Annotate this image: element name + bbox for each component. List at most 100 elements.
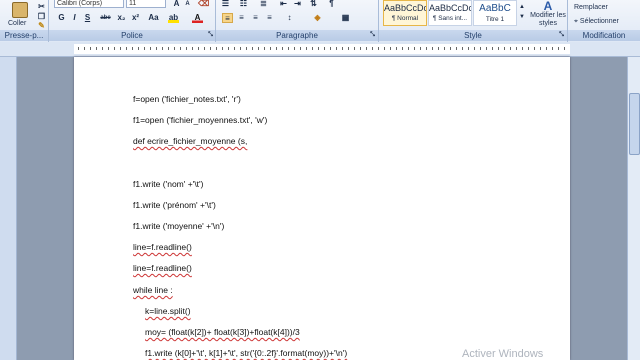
ruler-tick xyxy=(396,47,397,50)
ruler-tick xyxy=(384,47,385,50)
align-right-button[interactable]: ≡ xyxy=(250,13,261,23)
ruler-tick xyxy=(336,47,337,50)
bold-button[interactable]: G xyxy=(56,13,67,23)
ruler-tick xyxy=(558,47,559,50)
strikethrough-button[interactable]: abe xyxy=(100,13,111,23)
replace-label: Remplacer xyxy=(574,4,608,11)
subscript-button[interactable]: x₂ xyxy=(116,13,127,23)
ruler-tick xyxy=(306,47,307,50)
ruler-tick xyxy=(348,47,349,50)
ruler-tick xyxy=(270,47,271,50)
ruler-tick xyxy=(90,47,91,50)
ruler-tick xyxy=(504,47,505,50)
ruler-tick xyxy=(564,47,565,50)
code-line: def ecrire_fichier_moyenne (s, xyxy=(133,136,248,146)
code-line: k=line.split() xyxy=(145,306,191,316)
style-dialog-launcher-icon[interactable]: ⤡ xyxy=(556,30,567,40)
paste-button[interactable]: Coller xyxy=(6,0,36,30)
style-heading-1[interactable]: AaBbC Titre 1 xyxy=(473,0,517,26)
borders-icon[interactable]: ▦ xyxy=(340,13,351,23)
ruler-tick xyxy=(330,47,331,50)
bullets-icon[interactable]: ☰ xyxy=(220,0,231,9)
ruler-tick xyxy=(198,47,199,50)
style-group-label: Style xyxy=(379,30,567,41)
document-page[interactable]: f=open ('fichier_notes.txt', 'r') f1=ope… xyxy=(74,57,570,360)
font-color-button[interactable]: A xyxy=(192,13,203,23)
line-spacing-icon[interactable]: ↕ xyxy=(284,13,295,23)
cut-icon[interactable]: ✂ xyxy=(36,2,47,12)
ruler-tick xyxy=(294,47,295,50)
ruler-tick xyxy=(102,47,103,50)
code-line: line=f.readline() xyxy=(133,263,192,273)
ruler-tick xyxy=(180,47,181,50)
scrollbar-thumb[interactable] xyxy=(629,93,640,155)
style-name: ¶ Normal xyxy=(391,15,419,22)
ruler-tick xyxy=(450,47,451,50)
highlight-icon[interactable]: ab xyxy=(168,13,179,23)
clear-format-icon[interactable]: ⌫ xyxy=(198,0,209,9)
ruler-tick xyxy=(174,47,175,50)
shrink-font-icon[interactable]: A xyxy=(182,0,193,9)
font-size-select[interactable]: 11 xyxy=(126,0,166,8)
ribbon: Coller ✂ ❐ ✎ Presse-p... Calibri (Corps)… xyxy=(0,0,640,43)
style-normal[interactable]: AaBbCcDc ¶ Normal xyxy=(383,0,427,26)
ruler-tick xyxy=(312,47,313,50)
ruler-tick xyxy=(534,47,535,50)
change-styles-button[interactable]: A Modifier les styles xyxy=(528,0,568,30)
ruler-tick xyxy=(96,47,97,50)
vertical-ruler xyxy=(0,57,17,360)
italic-button[interactable]: I xyxy=(69,13,80,23)
ruler-tick xyxy=(120,47,121,50)
horizontal-ruler[interactable] xyxy=(0,42,640,57)
paragraph-dialog-launcher-icon[interactable]: ⤡ xyxy=(367,30,378,40)
code-line: f1.write ('moyenne' +'\n') xyxy=(133,221,225,231)
ruler-text-area xyxy=(74,44,570,54)
vertical-scrollbar[interactable] xyxy=(627,57,640,360)
ruler-tick xyxy=(492,47,493,50)
grow-font-icon[interactable]: A xyxy=(171,0,182,9)
multilevel-list-icon[interactable]: ≣ xyxy=(258,0,269,9)
select-button[interactable]: ⌖ Sélectionner xyxy=(574,18,619,26)
show-marks-icon[interactable]: ¶ xyxy=(326,0,337,9)
justify-button[interactable]: ≡ xyxy=(264,13,275,23)
style-no-spacing[interactable]: AaBbCcDc ¶ Sans int... xyxy=(428,0,472,26)
ruler-tick xyxy=(168,47,169,50)
ruler-tick xyxy=(288,47,289,50)
style-sample: AaBbCcDc xyxy=(429,3,471,13)
font-name-select[interactable]: Calibri (Corps) xyxy=(54,0,124,8)
decrease-indent-icon[interactable]: ⇤ xyxy=(278,0,289,9)
ruler-tick xyxy=(366,47,367,50)
ruler-tick xyxy=(300,47,301,50)
shading-icon[interactable]: ◈ xyxy=(312,13,323,23)
underline-button[interactable]: S xyxy=(82,13,93,23)
replace-button[interactable]: Remplacer xyxy=(574,4,608,11)
styles-scroll-icon[interactable]: ▲ ▼ xyxy=(518,2,526,20)
select-icon: ⌖ xyxy=(574,18,578,25)
ruler-tick xyxy=(132,47,133,50)
ruler-tick xyxy=(204,47,205,50)
ruler-tick xyxy=(78,47,79,50)
ruler-tick xyxy=(240,47,241,50)
ruler-tick xyxy=(228,47,229,50)
ruler-tick xyxy=(138,47,139,50)
superscript-button[interactable]: x² xyxy=(130,13,141,23)
ruler-tick xyxy=(234,47,235,50)
sort-icon[interactable]: ⇅ xyxy=(308,0,319,9)
editing-group-label: Modification xyxy=(568,30,640,41)
change-case-button[interactable]: Aa xyxy=(148,13,159,23)
ruler-tick xyxy=(486,47,487,50)
ruler-tick xyxy=(342,47,343,50)
ruler-tick xyxy=(258,47,259,50)
ruler-tick xyxy=(324,47,325,50)
ruler-tick xyxy=(144,47,145,50)
ruler-tick xyxy=(546,47,547,50)
align-left-button[interactable]: ≡ xyxy=(222,13,233,23)
numbering-icon[interactable]: ☷ xyxy=(238,0,249,9)
align-center-button[interactable]: ≡ xyxy=(236,13,247,23)
ruler-tick xyxy=(360,47,361,50)
ruler-tick xyxy=(552,47,553,50)
increase-indent-icon[interactable]: ⇥ xyxy=(292,0,303,9)
ruler-tick xyxy=(318,47,319,50)
ruler-tick xyxy=(510,47,511,50)
ruler-tick xyxy=(192,47,193,50)
